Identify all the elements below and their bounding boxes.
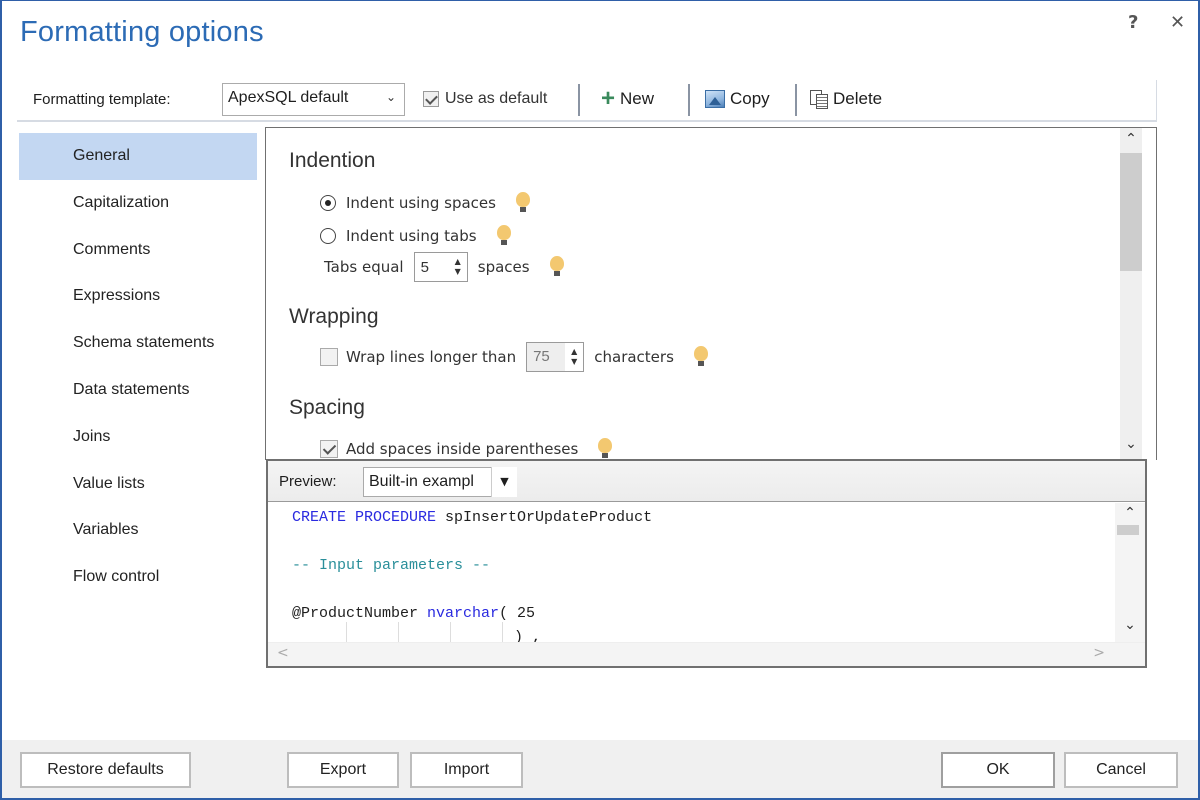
- toolbar-separator: [795, 84, 797, 116]
- preview-header: Preview: Built-in exampl ▼: [268, 461, 1145, 502]
- code-keyword: CREATE PROCEDURE: [292, 509, 437, 526]
- wrap-lines-checkbox[interactable]: [320, 348, 338, 366]
- wrap-lines-row: Wrap lines longer than 75 ▲ ▼ characters: [320, 342, 708, 372]
- checkbox-icon: [423, 90, 439, 107]
- preview-scroll-thumb[interactable]: [1117, 525, 1139, 535]
- scroll-down-icon[interactable]: ⌄: [1120, 436, 1142, 452]
- template-select[interactable]: ApexSQL default ⌄: [222, 83, 405, 116]
- ok-button[interactable]: OK: [941, 752, 1055, 788]
- preview-vertical-scrollbar[interactable]: ⌃ ⌄: [1115, 503, 1145, 644]
- restore-defaults-button[interactable]: Restore defaults: [20, 752, 191, 788]
- wrap-length-stepper[interactable]: 75 ▲ ▼: [526, 342, 585, 372]
- sidebar-item-capitalization[interactable]: Capitalization: [19, 180, 257, 227]
- new-button[interactable]: + New: [601, 85, 655, 112]
- indent-spaces-option[interactable]: Indent using spaces: [320, 192, 530, 214]
- parens-spaces-row: Add spaces inside parentheses: [320, 438, 613, 460]
- stepper-arrows-icon[interactable]: ▲ ▼: [455, 257, 467, 277]
- new-button-label: New: [620, 89, 655, 108]
- indent-tabs-label: Indent using tabs: [346, 227, 477, 245]
- indent-spaces-label: Indent using spaces: [346, 194, 496, 212]
- preview-horizontal-scrollbar[interactable]: < >: [268, 642, 1145, 666]
- copy-button[interactable]: Copy: [705, 89, 770, 109]
- radio-unselected-icon[interactable]: [320, 228, 336, 244]
- wrapping-heading: Wrapping: [289, 305, 379, 328]
- parens-spaces-checkbox[interactable]: [320, 440, 338, 458]
- indention-heading: Indention: [289, 149, 376, 172]
- options-scroll-thumb[interactable]: [1120, 153, 1142, 271]
- sidebar-item-value-lists[interactable]: Value lists: [19, 461, 257, 508]
- sidebar-item-flow-control[interactable]: Flow control: [19, 554, 257, 601]
- scroll-left-icon[interactable]: <: [277, 645, 289, 661]
- sidebar-item-data-statements[interactable]: Data statements: [19, 367, 257, 414]
- scroll-up-icon[interactable]: ⌃: [1119, 505, 1141, 521]
- dropdown-arrow-icon[interactable]: ▼: [491, 467, 517, 497]
- tabs-equal-stepper[interactable]: 5 ▲ ▼: [413, 252, 468, 282]
- wrap-lines-label: Wrap lines longer than: [346, 348, 517, 366]
- preview-select-value: Built-in exampl: [369, 473, 474, 490]
- parens-spaces-label: Add spaces inside parentheses: [346, 440, 579, 458]
- documents-icon: [810, 90, 828, 109]
- scroll-up-icon[interactable]: ⌃: [1120, 131, 1142, 147]
- plus-icon: +: [601, 85, 616, 112]
- code-keyword: nvarchar: [427, 605, 500, 622]
- tabs-equal-unit: spaces: [477, 258, 530, 276]
- indent-tabs-option[interactable]: Indent using tabs: [320, 225, 511, 247]
- sidebar-item-joins[interactable]: Joins: [19, 414, 257, 461]
- options-content: Indention Indent using spaces Indent usi…: [266, 128, 1121, 460]
- import-button[interactable]: Import: [410, 752, 523, 788]
- sidebar-item-schema-statements[interactable]: Schema statements: [19, 320, 257, 367]
- template-select-value: ApexSQL default: [228, 89, 349, 106]
- template-label: Formatting template:: [33, 91, 171, 108]
- sidebar-item-expressions[interactable]: Expressions: [19, 273, 257, 320]
- indent-guides: [346, 622, 554, 644]
- sidebar-item-variables[interactable]: Variables: [19, 507, 257, 554]
- lightbulb-hint-icon[interactable]: [496, 225, 511, 247]
- tabs-equal-row: Tabs equal 5 ▲ ▼ spaces: [324, 252, 564, 282]
- radio-selected-icon[interactable]: [320, 195, 336, 211]
- category-sidebar: General Capitalization Comments Expressi…: [19, 133, 257, 601]
- lightbulb-hint-icon[interactable]: [549, 256, 564, 278]
- sidebar-item-general[interactable]: General: [19, 133, 257, 180]
- preview-code: CREATE PROCEDURE spInsertOrUpdateProduct…: [268, 503, 1118, 646]
- use-as-default-label: Use as default: [445, 90, 548, 107]
- code-text: @ProductNumber: [292, 605, 428, 622]
- lightbulb-hint-icon[interactable]: [515, 192, 530, 214]
- code-line: CREATE PROCEDURE spInsertOrUpdateProduct: [292, 507, 1118, 555]
- spacing-heading: Spacing: [289, 396, 365, 419]
- scroll-down-icon[interactable]: ⌄: [1119, 617, 1141, 633]
- preview-label: Preview:: [279, 473, 337, 490]
- tabs-equal-label: Tabs equal: [324, 258, 404, 276]
- toolbar-separator: [688, 84, 690, 116]
- copy-button-label: Copy: [730, 89, 770, 108]
- code-line: -- Input parameters --: [292, 555, 1118, 603]
- wrap-length-value[interactable]: 75: [527, 343, 566, 371]
- stepper-arrows-icon[interactable]: ▲ ▼: [565, 347, 583, 367]
- sidebar-item-comments[interactable]: Comments: [19, 227, 257, 274]
- code-text: spInsertOrUpdateProduct: [436, 509, 653, 526]
- image-copy-icon: [705, 90, 725, 108]
- wrap-length-unit: characters: [594, 348, 674, 366]
- scroll-right-icon[interactable]: >: [1093, 645, 1105, 661]
- code-comment: -- Input parameters --: [292, 557, 491, 574]
- template-toolbar: Formatting template: ApexSQL default ⌄ U…: [17, 80, 1157, 122]
- lightbulb-hint-icon[interactable]: [598, 438, 613, 460]
- delete-button[interactable]: Delete: [810, 89, 882, 109]
- delete-button-label: Delete: [833, 89, 883, 108]
- lightbulb-hint-icon[interactable]: [693, 346, 708, 368]
- export-button[interactable]: Export: [287, 752, 399, 788]
- tabs-equal-value[interactable]: 5: [415, 259, 455, 276]
- cancel-button[interactable]: Cancel: [1064, 752, 1178, 788]
- help-button[interactable]: ?: [1128, 12, 1138, 33]
- dialog-title: Formatting options: [20, 16, 264, 48]
- preview-panel: Preview: Built-in exampl ▼ CREATE PROCED…: [266, 459, 1147, 668]
- code-text: ( 25: [499, 605, 536, 622]
- use-as-default-checkbox[interactable]: Use as default: [423, 90, 547, 108]
- options-panel: Indention Indent using spaces Indent usi…: [265, 127, 1157, 460]
- chevron-down-icon: ⌄: [385, 90, 396, 104]
- toolbar-separator: [578, 84, 580, 116]
- close-button[interactable]: ✕: [1170, 12, 1185, 33]
